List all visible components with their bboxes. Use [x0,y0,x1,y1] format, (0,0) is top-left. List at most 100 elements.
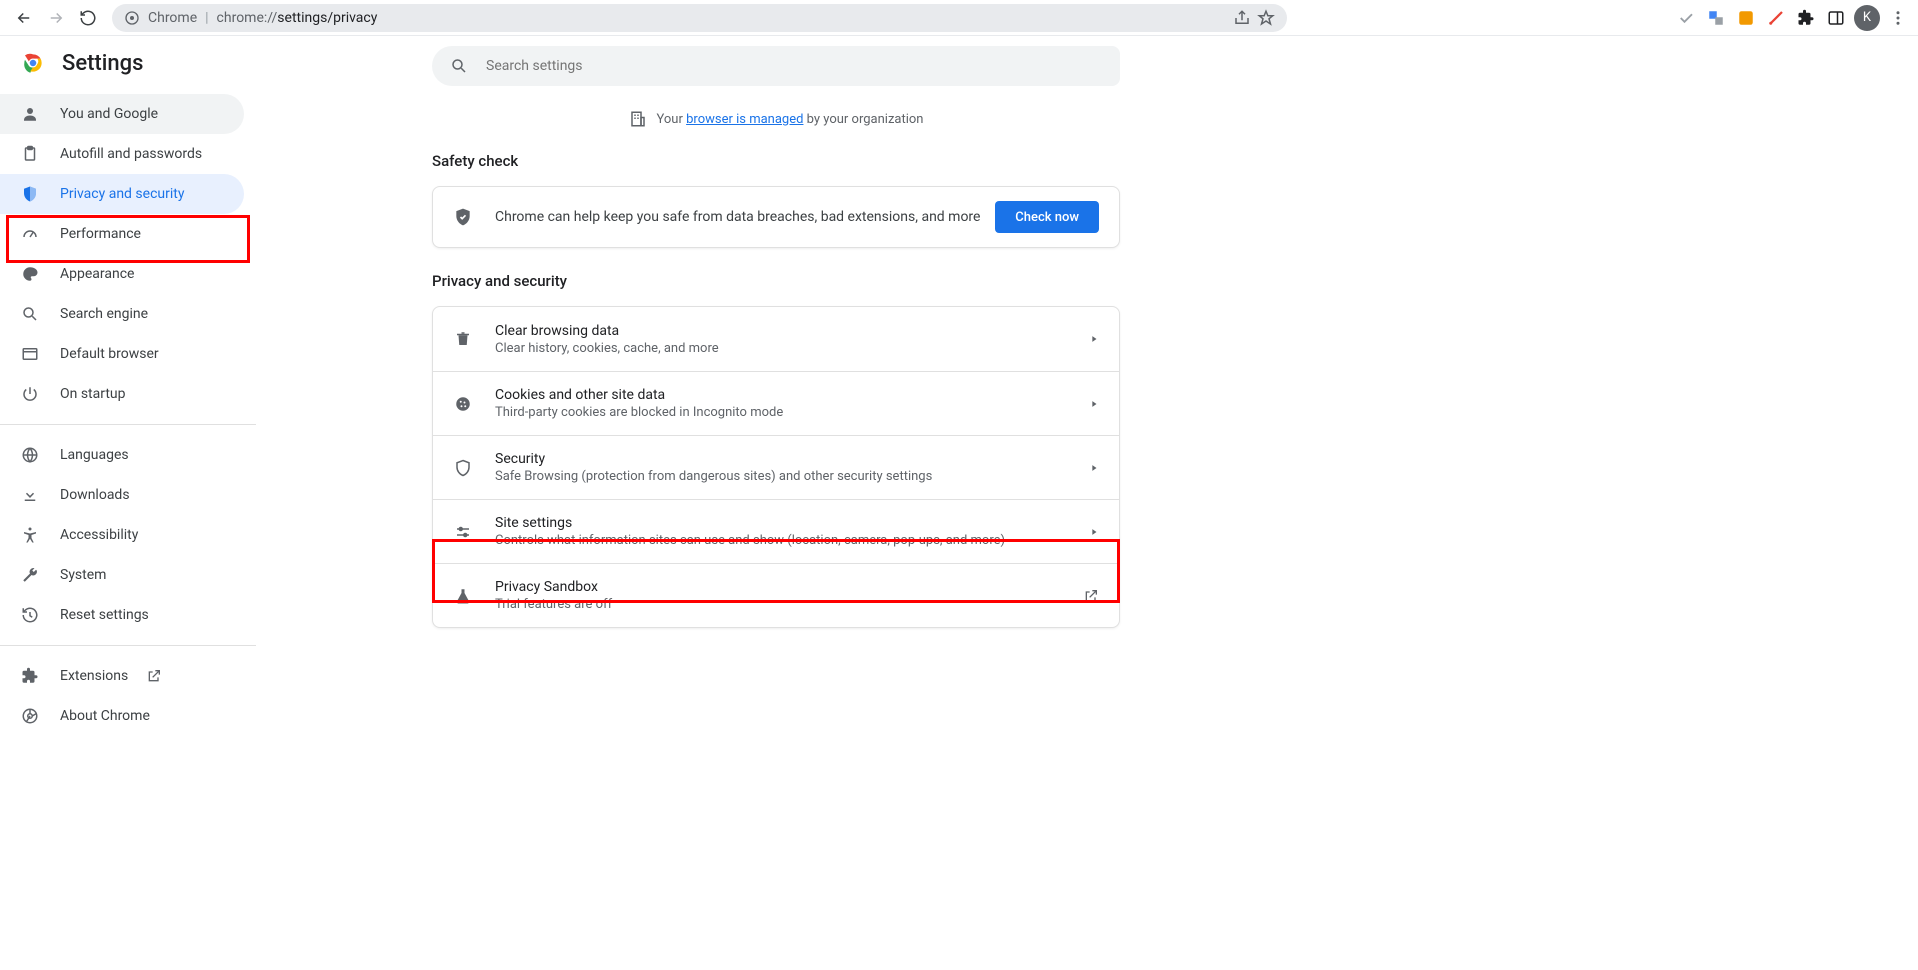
row-subtitle: Clear history, cookies, cache, and more [495,341,1089,356]
safety-check-card: Chrome can help keep you safe from data … [432,186,1120,248]
speedometer-icon [20,224,40,244]
sidebar-item-label: Autofill and passwords [60,146,202,162]
sidebar-item-label: On startup [60,386,126,402]
row-security[interactable]: Security Safe Browsing (protection from … [433,435,1119,499]
extension-icon-1[interactable] [1734,6,1758,30]
row-privacy-sandbox[interactable]: Privacy Sandbox Trial features are off [433,563,1119,627]
flask-icon [453,587,473,605]
sidebar-item-label: About Chrome [60,708,150,724]
arrow-right-icon [47,9,65,27]
address-bar[interactable]: Chrome | chrome://settings/privacy [112,4,1287,32]
reload-button[interactable] [72,2,104,34]
row-subtitle: Controls what information sites can use … [495,533,1089,548]
extension-icon-2[interactable] [1764,6,1788,30]
browser-toolbar: Chrome | chrome://settings/privacy K [0,0,1918,36]
check-now-button[interactable]: Check now [995,201,1099,233]
sidebar-item-languages[interactable]: Languages [0,435,244,475]
section-title-privacy: Privacy and security [432,272,1120,290]
checkmark-icon[interactable] [1674,6,1698,30]
sidebar-item-privacy[interactable]: Privacy and security [0,174,244,214]
sidebar-item-extensions[interactable]: Extensions [0,656,244,696]
profile-avatar[interactable]: K [1854,5,1880,31]
sidebar-item-system[interactable]: System [0,555,244,595]
forward-button[interactable] [40,2,72,34]
bookmark-star-icon[interactable] [1257,9,1275,27]
url-scheme: chrome:// [217,10,278,26]
chrome-menu-icon[interactable] [1886,6,1910,30]
sidebar-item-label: Default browser [60,346,159,362]
omnibox-chip: Chrome [148,10,197,26]
back-button[interactable] [8,2,40,34]
restore-icon [20,605,40,625]
sidebar-item-performance[interactable]: Performance [0,214,244,254]
sidebar-item-label: System [60,567,106,583]
sidebar-item-label: Appearance [60,266,134,282]
section-title-safety: Safety check [432,152,1120,170]
sidebar-item-autofill[interactable]: Autofill and passwords [0,134,244,174]
site-info-icon[interactable] [124,10,140,26]
puzzle-icon [20,666,40,686]
extensions-puzzle-icon[interactable] [1794,6,1818,30]
download-icon [20,485,40,505]
sidebar-item-search-engine[interactable]: Search engine [0,294,244,334]
accessibility-icon [20,525,40,545]
clipboard-icon [20,144,40,164]
external-link-icon [1083,588,1099,604]
chevron-right-icon [1089,463,1099,473]
sidebar-item-label: Reset settings [60,607,149,623]
sidebar-item-label: Performance [60,226,141,242]
row-site-settings[interactable]: Site settings Controls what information … [433,499,1119,563]
sidebar-item-label: Languages [60,447,129,463]
sidebar-item-label: Extensions [60,668,128,684]
managed-link[interactable]: browser is managed [686,112,803,127]
reload-icon [79,9,97,27]
power-icon [20,384,40,404]
privacy-card: Clear browsing data Clear history, cooki… [432,306,1120,628]
share-icon[interactable] [1233,9,1251,27]
sidebar-item-label: Downloads [60,487,130,503]
row-clear-browsing-data[interactable]: Clear browsing data Clear history, cooki… [433,307,1119,371]
sidebar-item-label: Search engine [60,306,148,322]
cookie-icon [453,395,473,413]
globe-icon [20,445,40,465]
row-subtitle: Safe Browsing (protection from dangerous… [495,469,1089,484]
sidebar-item-you-and-google[interactable]: You and Google [0,94,244,134]
sidebar-item-accessibility[interactable]: Accessibility [0,515,244,555]
chrome-logo-icon [20,50,46,76]
safety-check-text: Chrome can help keep you safe from data … [495,209,995,225]
sidebar-item-default-browser[interactable]: Default browser [0,334,244,374]
chevron-right-icon [1089,334,1099,344]
sidebar-item-reset[interactable]: Reset settings [0,595,244,635]
chevron-right-icon [1089,527,1099,537]
row-title: Security [495,451,1089,467]
chrome-outline-icon [20,706,40,726]
search-icon [450,57,468,75]
row-title: Cookies and other site data [495,387,1089,403]
person-icon [20,104,40,124]
page-title: Settings [62,51,143,76]
sidebar-item-about[interactable]: About Chrome [0,696,244,736]
sidebar-item-appearance[interactable]: Appearance [0,254,244,294]
sidebar-item-label: You and Google [60,106,158,122]
building-icon [629,110,647,128]
search-icon [20,304,40,324]
side-panel-icon[interactable] [1824,6,1848,30]
chevron-right-icon [1089,399,1099,409]
translate-icon[interactable] [1704,6,1728,30]
sliders-icon [453,523,473,541]
row-cookies[interactable]: Cookies and other site data Third-party … [433,371,1119,435]
sidebar-item-label: Privacy and security [60,186,184,202]
sidebar-divider [0,424,256,425]
url-path: settings/privacy [277,10,377,26]
sidebar-item-downloads[interactable]: Downloads [0,475,244,515]
trash-icon [453,330,473,348]
sidebar-item-on-startup[interactable]: On startup [0,374,244,414]
shield-outline-icon [453,459,473,477]
settings-content: Your browser is managed by your organiza… [256,36,1918,736]
row-title: Clear browsing data [495,323,1089,339]
managed-notice: Your browser is managed by your organiza… [432,110,1120,128]
search-settings-bar[interactable] [432,46,1120,86]
row-subtitle: Third-party cookies are blocked in Incog… [495,405,1089,420]
shield-check-icon [453,207,473,227]
search-settings-input[interactable] [486,58,1102,74]
